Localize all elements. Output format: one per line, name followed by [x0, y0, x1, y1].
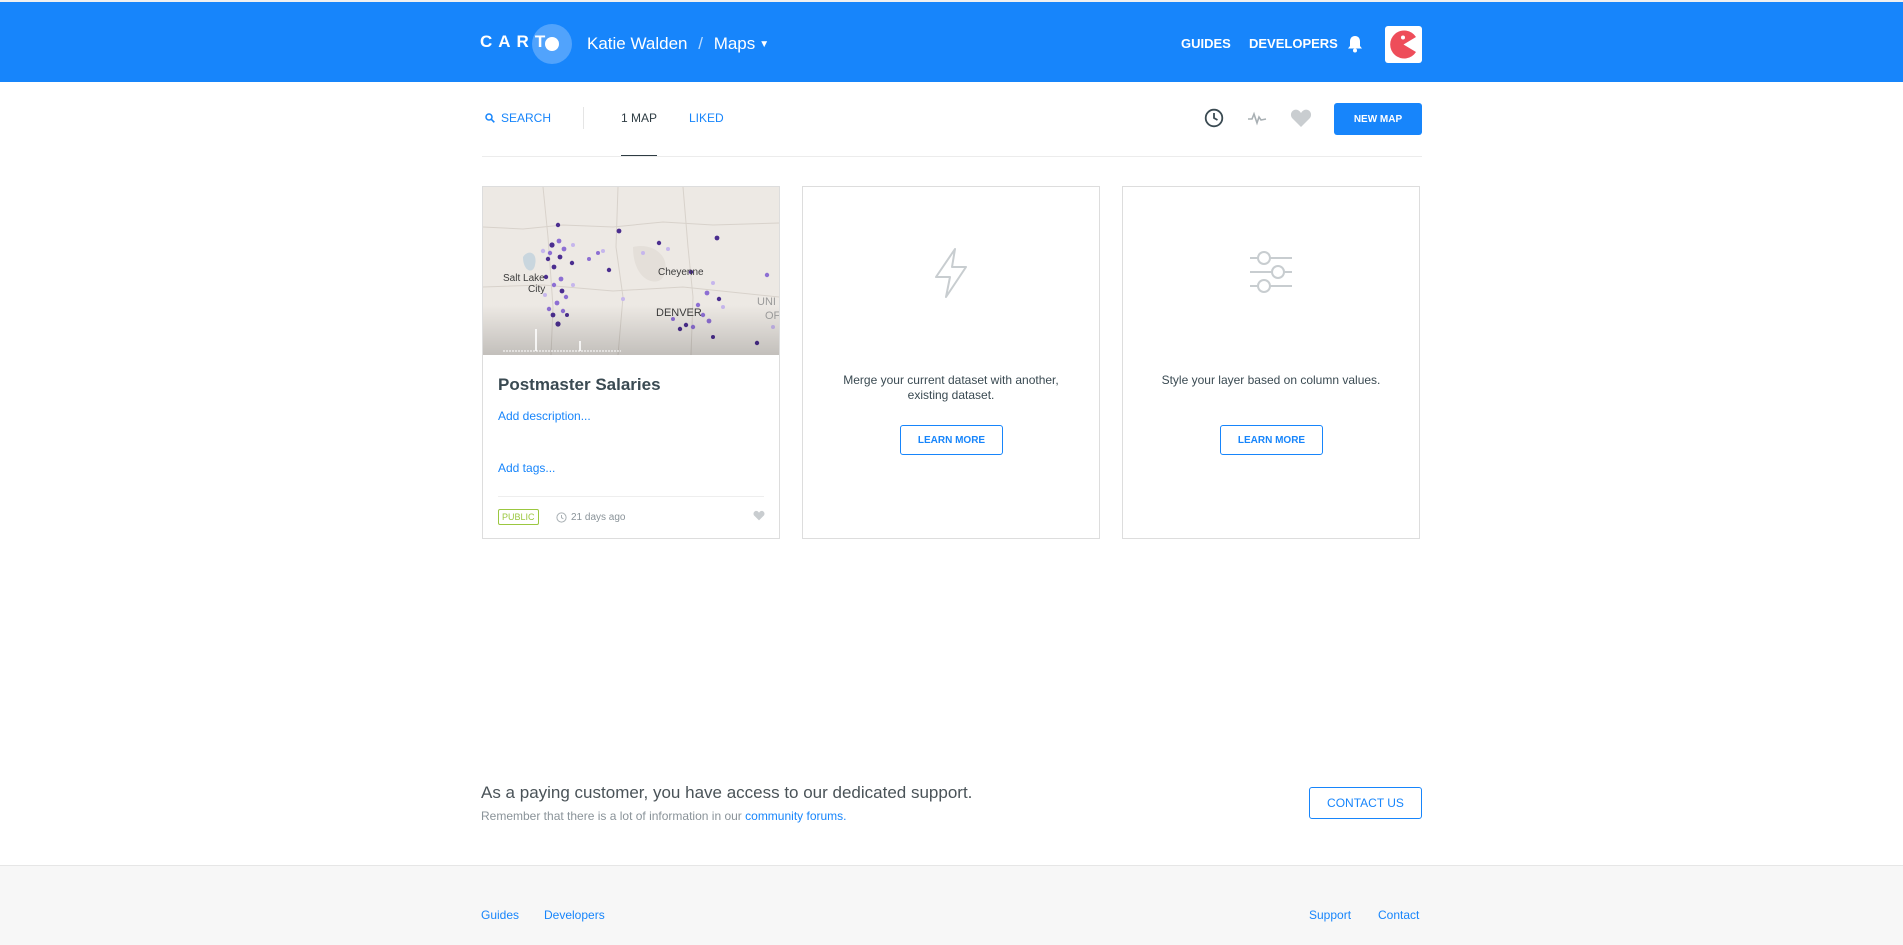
support-subtitle-text: Remember that there is a lot of informat… [481, 809, 742, 823]
style-promo-card: Style your layer based on column values.… [1122, 186, 1420, 539]
add-description-link[interactable]: Add description... [498, 409, 591, 423]
footer-link-developers[interactable]: Developers [544, 908, 605, 922]
footer-link-guides[interactable]: Guides [481, 908, 519, 922]
map-thumbnail[interactable]: Salt Lake City Cheyenne DENVER UNI OF [483, 187, 779, 355]
avatar-image [1390, 30, 1416, 59]
learn-more-button[interactable]: LEARN MORE [900, 425, 1003, 455]
support-title: As a paying customer, you have access to… [481, 783, 973, 802]
clock-icon [556, 512, 567, 523]
add-tags-link[interactable]: Add tags... [498, 461, 555, 475]
breadcrumb-separator: / [698, 34, 703, 53]
map-label-edge: UNI [757, 296, 776, 308]
community-forums-link[interactable]: community forums. [745, 809, 846, 823]
clock-icon[interactable] [1204, 108, 1224, 128]
nav-developers-link[interactable]: DEVELOPERS [1249, 36, 1338, 51]
search-label: SEARCH [501, 111, 552, 125]
footer-link-contact[interactable]: Contact [1378, 908, 1419, 922]
contact-us-button[interactable]: CONTACT US [1309, 787, 1422, 819]
tab-maps[interactable]: 1 MAP [621, 111, 657, 125]
map-label-city: Cheyenne [658, 267, 704, 278]
nav-guides-link[interactable]: GUIDES [1181, 36, 1231, 51]
support-subtitle: Remember that there is a lot of informat… [481, 809, 847, 823]
merge-promo-card: Merge your current dataset with another,… [802, 186, 1100, 539]
updated-time: 21 days ago [556, 512, 626, 523]
search-button[interactable]: SEARCH [485, 111, 551, 125]
top-header: CART Katie Walden / Maps ▼ GUIDES DEVELOP… [0, 0, 1903, 82]
map-title[interactable]: Postmaster Salaries [498, 375, 661, 395]
footer: Guides Developers Support Contact [0, 865, 1903, 945]
breadcrumb-section[interactable]: Maps [714, 34, 756, 53]
style-promo-text: Style your layer based on column values. [1161, 373, 1381, 387]
toolbar-divider-line [482, 156, 1422, 157]
carto-logo-circle[interactable] [532, 24, 572, 64]
map-label-city: DENVER [656, 307, 702, 319]
privacy-badge[interactable]: PUBLIC [498, 509, 539, 525]
breadcrumb-section-dropdown[interactable]: Maps ▼ [714, 34, 769, 53]
breadcrumb: Katie Walden / Maps ▼ [587, 34, 769, 54]
map-card[interactable]: Salt Lake City Cheyenne DENVER UNI OF Po… [482, 186, 780, 539]
search-icon [485, 113, 495, 123]
chevron-down-icon[interactable]: ▼ [759, 39, 769, 50]
updated-time-label: 21 days ago [571, 512, 626, 523]
new-map-button[interactable]: NEW MAP [1334, 103, 1422, 135]
learn-more-button[interactable]: LEARN MORE [1220, 425, 1323, 455]
activity-icon[interactable] [1247, 108, 1267, 128]
map-label-city: City [528, 284, 545, 295]
lightning-icon [935, 248, 967, 298]
sliders-icon [1250, 251, 1292, 293]
breadcrumb-user[interactable]: Katie Walden [587, 34, 687, 53]
footer-link-support[interactable]: Support [1309, 908, 1351, 922]
tab-liked[interactable]: LIKED [689, 111, 724, 125]
bell-icon[interactable] [1347, 35, 1363, 53]
toolbar-divider [583, 107, 584, 129]
user-avatar[interactable] [1385, 26, 1422, 63]
map-label-edge: OF [765, 310, 779, 322]
card-divider [498, 496, 764, 497]
map-preview-image: Salt Lake City Cheyenne DENVER UNI OF [483, 187, 779, 355]
like-heart-icon[interactable] [753, 510, 765, 521]
merge-promo-text: Merge your current dataset with another,… [843, 373, 1059, 402]
heart-icon[interactable] [1290, 108, 1312, 128]
map-label-city: Salt Lake [503, 273, 545, 284]
